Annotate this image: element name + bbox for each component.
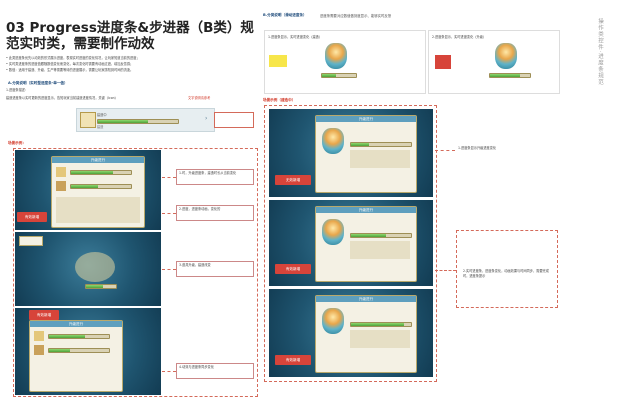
- scene-badge-3: 有效新增: [29, 310, 59, 320]
- upgrade-dialog-r1: 升级进行: [315, 115, 417, 193]
- game-screenshot-1: 升级进行 有效新增: [15, 150, 161, 230]
- example-right-bar: [489, 73, 531, 78]
- note-1: 1.时，升级进度条，建造时长从当前变化: [176, 169, 254, 185]
- progress-bar-1b: [70, 184, 132, 189]
- intro-line-2: • 实时类进度条的进度值跟随数值变化而变化，每次变化时需要有动画过渡，增加反馈感…: [6, 62, 134, 66]
- scene-examples-label: 场景示例：: [8, 141, 26, 145]
- example-caption: 建造: [97, 125, 104, 129]
- scene-badge-1: 有效新增: [17, 212, 47, 222]
- island-icon: [322, 128, 344, 154]
- example-progress-widget: 建造中 建造 ›: [76, 108, 215, 132]
- intro-line-3: • 数值：适用于建造、升级、生产等需要等待的进度展示，需要让玩家感知到时间的流逝…: [6, 68, 134, 72]
- scene-badge-r1: 无效新增: [275, 175, 311, 185]
- island-icon: [322, 308, 344, 334]
- scene-badge-r2: 有效新增: [275, 264, 311, 274]
- example-icon-label: 建造中: [97, 113, 107, 117]
- item-icon: [34, 345, 44, 355]
- game-screenshot-r1: 升级进行 无效新增: [269, 109, 433, 197]
- progress-bar-r2: [350, 233, 412, 238]
- upgrade-dialog-r3: 升级进行: [315, 295, 417, 373]
- example-annotation-box: [214, 112, 254, 128]
- dialog-header-1: 升级进行: [52, 157, 144, 163]
- island-icon: [495, 43, 517, 69]
- progress-bar-1a: [70, 170, 132, 175]
- section-a-desc: 建造进度条以实时更新的进度显示，告知玩家当前建造进度情况，关键（Icon）: [6, 96, 118, 100]
- right-note-box: 2.实时进度条，进度条变化，动画效果与时间同步，需要完成时，进度条提示: [456, 230, 558, 308]
- note-3: 3.道具升级，建造改变: [176, 261, 254, 277]
- upgrade-dialog-1: 升级进行: [51, 156, 145, 228]
- item-icon: [34, 331, 44, 341]
- example-right-caption: 2.进度条显示，实时进度变化（升级）: [432, 35, 487, 39]
- section-a-sub: 1.进度条描述：: [6, 88, 29, 92]
- island-icon: [322, 219, 344, 245]
- progress-bar-r1: [350, 142, 412, 147]
- right-scene-label: 场景示例（建造中）: [263, 98, 296, 102]
- game-screenshot-r3: 升级进行 有效新增: [269, 289, 433, 377]
- right-note-2: 2.实时进度条，进度条变化，动画效果与时间同步，需要完成时，进度条提示: [463, 269, 549, 278]
- progress-bar-3b: [48, 348, 110, 353]
- example-progress-bar: [97, 119, 179, 124]
- game-screenshot-r2: 升级进行 有效新增: [269, 200, 433, 286]
- page-title: 03 Progress进度条&步进器（B类）规范实时类，需要制作动效: [6, 20, 254, 52]
- dialog-header-r1: 升级进行: [316, 116, 416, 122]
- color-swatch-red: [435, 55, 451, 69]
- scene-badge-r3: 有效新增: [275, 355, 311, 365]
- right-note-1: 1.进度条显示升级进度变化: [458, 146, 497, 150]
- upgrade-dialog-r2: 升级进行: [315, 206, 417, 282]
- section-b-desc: 进度条需要对应数值做刻度显示、能够实时反馈: [320, 14, 392, 18]
- example-left-caption: 1.进度条显示，实时进度变化（建造）: [268, 35, 323, 39]
- section-b-heading: B.分类说明（滑动进度条）: [263, 13, 307, 17]
- upgrade-dialog-3: 升级进行: [29, 320, 123, 392]
- example-box-right: 2.进度条显示，实时进度变化（升级）: [428, 30, 560, 94]
- left-scene-panel: 升级进行 有效新增 升级进行 有效新增 1.时，升级进度条，建造时长从当前变化 …: [13, 148, 258, 397]
- dialog-header-3: 升级进行: [30, 321, 122, 327]
- progress-bar-r3: [350, 322, 412, 327]
- note-4: 4.动效与进度条同步变化: [176, 363, 254, 379]
- progress-bar-2: [85, 284, 117, 289]
- section-a-red-note: 文字说明请参考: [188, 96, 211, 100]
- game-screenshot-2: [15, 232, 161, 306]
- progress-bar-3a: [48, 334, 110, 339]
- example-progress-fill: [98, 120, 148, 123]
- ship-sprite: [75, 252, 115, 282]
- dialog-header-r3: 升级进行: [316, 296, 416, 302]
- example-box-left: 1.进度条显示，实时进度变化（建造）: [264, 30, 426, 94]
- chevron-right-icon[interactable]: ›: [205, 115, 207, 122]
- intro-line-1: • 此类进度条优先以动效的形式展示进度，表现实时进度的变化情况，让玩家知道当前的…: [6, 56, 140, 60]
- building-icon: [80, 112, 96, 128]
- dialog-header-r2: 升级进行: [316, 207, 416, 213]
- item-icon: [56, 167, 66, 177]
- note-2: 2.进度，进度条动画，变化的: [176, 205, 254, 221]
- section-a-heading: A.分类说明（实时型进度条-单一值）: [8, 81, 68, 85]
- game-screenshot-3: 升级进行 有效新增: [15, 308, 161, 395]
- example-left-bar: [321, 73, 357, 78]
- side-vertical-text: 操作类控件·进度条规范: [597, 18, 603, 86]
- island-icon: [325, 43, 347, 69]
- item-icon: [56, 181, 66, 191]
- color-swatch-yellow: [269, 55, 287, 67]
- right-scene-panel: 升级进行 无效新增 升级进行 有效新增 升级进行 有效新增: [264, 105, 437, 382]
